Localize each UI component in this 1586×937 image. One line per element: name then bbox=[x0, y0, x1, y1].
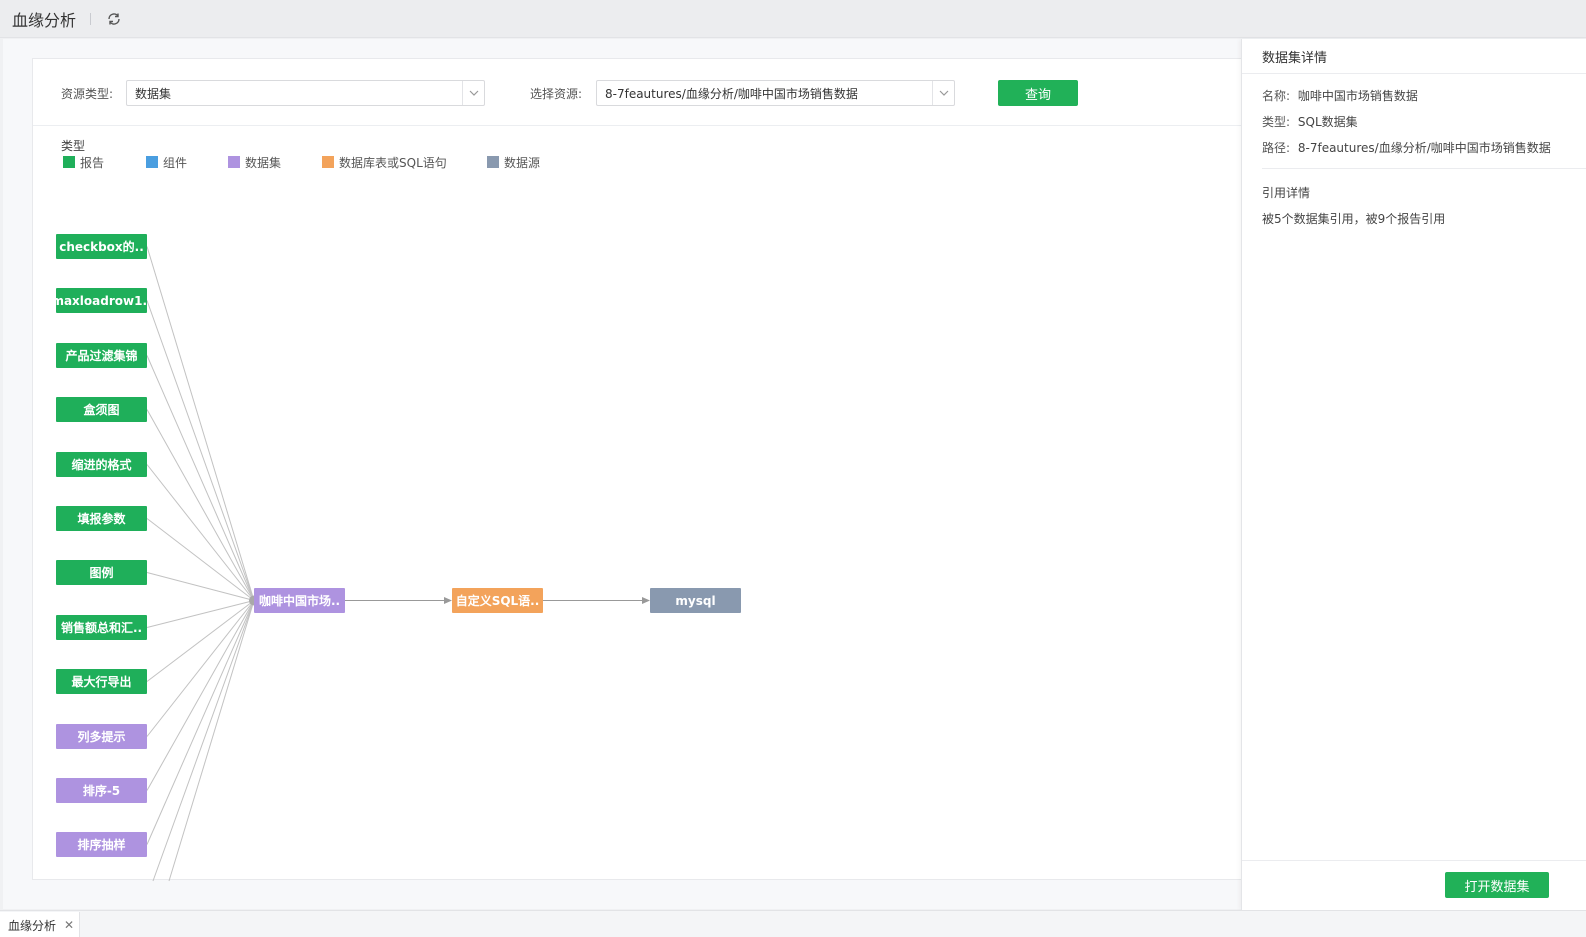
ref-title: 引用详情 bbox=[1262, 186, 1311, 200]
detail-type-value: SQL数据集 bbox=[1297, 115, 1358, 129]
ref-text: 被5个数据集引用，被9个报告引用 bbox=[1262, 212, 1446, 226]
close-icon[interactable]: ✕ bbox=[64, 918, 74, 932]
graph-edge bbox=[146, 464, 255, 601]
detail-name-row: 名称: 咖啡中国市场销售数据 bbox=[1262, 87, 1418, 104]
work-area: 资源类型: 数据集 选择资源: 8-7feautures/血缘分析/咖啡中国市场… bbox=[3, 39, 1243, 909]
refresh-icon[interactable] bbox=[105, 10, 123, 28]
graph-node-center[interactable]: 咖啡中国市场.. bbox=[254, 588, 345, 613]
detail-panel: 数据集详情 名称: 咖啡中国市场销售数据 类型: SQL数据集 路径: 8-7f… bbox=[1241, 39, 1586, 910]
graph-node-source[interactable]: mysql bbox=[650, 588, 741, 613]
detail-path-row: 路径: 8-7feautures/血缘分析/咖啡中国市场销售数据 bbox=[1262, 139, 1551, 156]
graph-node-dataset[interactable]: 排序抽样 bbox=[56, 832, 147, 857]
graph-node-report[interactable]: 填报参数 bbox=[56, 506, 147, 531]
graph-edge bbox=[146, 518, 255, 601]
detail-path-value: 8-7feautures/血缘分析/咖啡中国市场销售数据 bbox=[1297, 141, 1551, 155]
graph-node-sql[interactable]: 自定义SQL语.. bbox=[452, 588, 543, 613]
tab-bar: 血缘分析 ✕ bbox=[0, 910, 1586, 937]
graph-edge bbox=[146, 572, 255, 601]
graph-edge bbox=[146, 409, 255, 601]
graph-edge bbox=[146, 600, 255, 845]
panel-footer-divider bbox=[1242, 860, 1586, 861]
page-title: 血缘分析 bbox=[12, 10, 77, 30]
graph-node-report[interactable]: 最大行导出 bbox=[56, 669, 147, 694]
graph-node-report[interactable]: checkbox的.. bbox=[56, 234, 147, 259]
graph-edge bbox=[146, 246, 255, 601]
graph-edge bbox=[146, 600, 255, 791]
arrow-head-icon bbox=[642, 597, 650, 604]
panel-title: 数据集详情 bbox=[1262, 50, 1328, 66]
graph-node-report[interactable]: 图例 bbox=[56, 560, 147, 585]
graph-edge bbox=[146, 600, 255, 628]
graph-node-report[interactable]: 缩进的格式 bbox=[56, 452, 147, 477]
graph-node-dataset[interactable]: 列多提示 bbox=[56, 724, 147, 749]
graph-node-report[interactable]: 产品过滤集锦 bbox=[56, 343, 147, 368]
detail-type-key: 类型: bbox=[1262, 115, 1291, 129]
panel-divider bbox=[1242, 73, 1586, 74]
graph-edge bbox=[146, 600, 255, 737]
title-bar: 血缘分析 bbox=[0, 0, 1586, 38]
detail-name-key: 名称: bbox=[1262, 89, 1291, 103]
graph-edge bbox=[152, 600, 255, 882]
detail-path-key: 路径: bbox=[1262, 141, 1291, 155]
graph-edge bbox=[146, 600, 255, 682]
detail-name-value: 咖啡中国市场销售数据 bbox=[1297, 89, 1418, 103]
tab-label: 血缘分析 bbox=[8, 918, 57, 933]
graph-edge bbox=[168, 600, 255, 882]
panel-divider bbox=[1262, 168, 1586, 169]
title-divider bbox=[90, 12, 92, 25]
detail-type-row: 类型: SQL数据集 bbox=[1262, 113, 1358, 130]
graph-node-dataset[interactable]: 排序-5 bbox=[56, 778, 147, 803]
graph-edge bbox=[146, 300, 255, 601]
graph-node-report[interactable]: maxloadrow1.. bbox=[56, 288, 147, 313]
open-dataset-button[interactable]: 打开数据集 bbox=[1445, 872, 1549, 898]
tab-lineage[interactable]: 血缘分析 ✕ bbox=[0, 912, 80, 937]
graph-edge bbox=[146, 355, 255, 601]
graph-node-report[interactable]: 盒须图 bbox=[56, 397, 147, 422]
graph-edges bbox=[146, 246, 650, 882]
arrow-head-icon bbox=[444, 597, 452, 604]
lineage-graph: checkbox的.. maxloadrow1.. 产品过滤集锦 盒须图缩进的格式填报… bbox=[3, 39, 1243, 909]
graph-node-report[interactable]: 销售额总和汇.. bbox=[56, 615, 147, 640]
